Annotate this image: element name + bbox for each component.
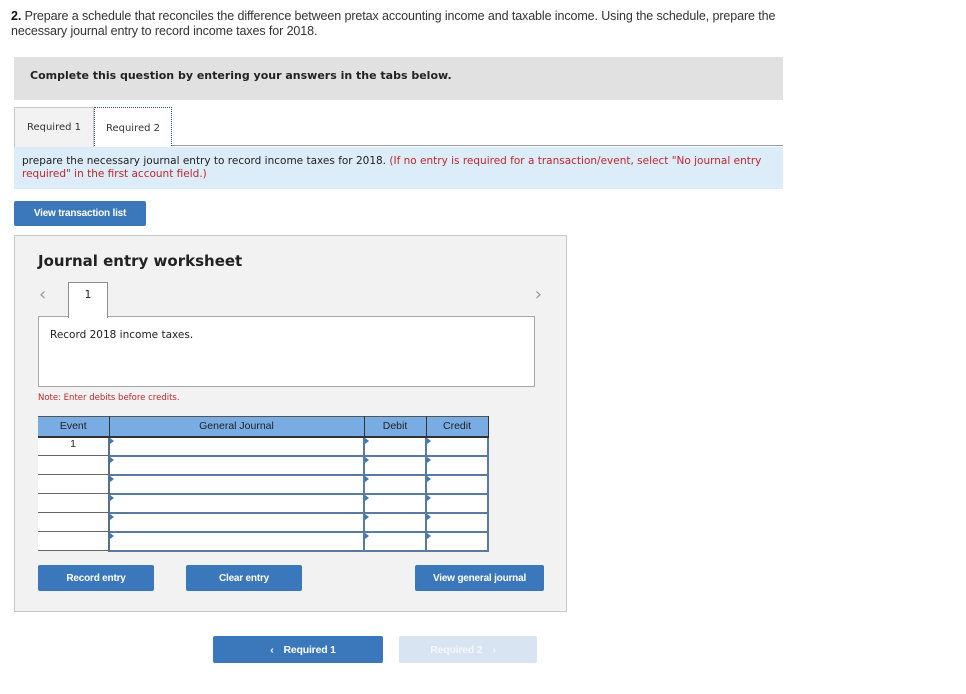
requirement-instruction: prepare the necessary journal entry to r…: [14, 147, 783, 189]
previous-required-button[interactable]: ‹ Required 1: [213, 636, 383, 663]
chevron-left-icon: ‹: [270, 643, 274, 656]
journal-table-header: Event General Journal Debit Credit: [38, 416, 489, 438]
view-transaction-list-button[interactable]: View transaction list: [14, 201, 146, 226]
event-cell: 1: [38, 436, 110, 456]
debit-input[interactable]: [363, 530, 427, 552]
debit-input[interactable]: [363, 511, 427, 533]
header-general-journal: General Journal: [109, 416, 365, 438]
debit-input[interactable]: [363, 454, 427, 476]
chevron-left-icon[interactable]: ‹: [39, 284, 46, 305]
question-text: 2. Prepare a schedule that reconciles th…: [11, 9, 781, 39]
instructions-banner: Complete this question by entering your …: [14, 57, 783, 100]
chevron-right-icon: ›: [492, 643, 496, 656]
debit-input[interactable]: [363, 473, 427, 495]
table-row: [38, 530, 489, 552]
entry-tab-1[interactable]: 1: [68, 282, 108, 318]
credit-input[interactable]: [425, 473, 489, 495]
account-select[interactable]: [108, 492, 365, 514]
journal-entry-worksheet: Journal entry worksheet ‹ 1 › Record 201…: [14, 235, 567, 612]
account-select[interactable]: [108, 473, 365, 495]
header-debit: Debit: [364, 416, 427, 438]
table-row: [38, 492, 489, 514]
account-select[interactable]: [108, 511, 365, 533]
table-row: 1: [38, 435, 489, 457]
previous-required-label: Required 1: [283, 643, 336, 656]
question-body: Prepare a schedule that reconciles the d…: [11, 9, 776, 38]
next-required-button: Required 2 ›: [399, 636, 537, 663]
event-cell: [38, 493, 110, 513]
table-row: [38, 454, 489, 476]
instruction-text: prepare the necessary journal entry to r…: [22, 155, 390, 167]
table-row: [38, 511, 489, 533]
event-cell: [38, 474, 110, 494]
view-general-journal-button[interactable]: View general journal: [415, 565, 544, 591]
header-credit: Credit: [426, 416, 489, 438]
question-number: 2.: [11, 9, 22, 23]
banner-text: Complete this question by entering your …: [30, 69, 452, 82]
record-entry-button[interactable]: Record entry: [38, 565, 154, 591]
journal-table: Event General Journal Debit Credit 1: [38, 416, 489, 552]
debit-input[interactable]: [363, 435, 427, 457]
tab-required-1[interactable]: Required 1: [14, 107, 94, 147]
entry-description-box: Record 2018 income taxes.: [38, 316, 535, 387]
header-event: Event: [38, 416, 110, 438]
credit-input[interactable]: [425, 511, 489, 533]
account-select[interactable]: [108, 530, 365, 552]
event-cell: [38, 531, 110, 551]
requirement-tabs: Required 1 Required 2: [14, 106, 783, 148]
credit-input[interactable]: [425, 492, 489, 514]
next-required-label: Required 2: [430, 643, 483, 656]
entry-description: Record 2018 income taxes.: [50, 329, 194, 341]
chevron-right-icon[interactable]: ›: [535, 284, 542, 305]
worksheet-title: Journal entry worksheet: [38, 252, 243, 270]
debit-credit-note: Note: Enter debits before credits.: [38, 393, 180, 403]
event-cell: [38, 455, 110, 475]
debit-input[interactable]: [363, 492, 427, 514]
account-select[interactable]: [108, 454, 365, 476]
account-select[interactable]: [108, 435, 365, 457]
credit-input[interactable]: [425, 530, 489, 552]
clear-entry-button[interactable]: Clear entry: [186, 565, 302, 591]
tab-required-2[interactable]: Required 2: [94, 107, 172, 148]
credit-input[interactable]: [425, 435, 489, 457]
event-cell: [38, 512, 110, 532]
table-row: [38, 473, 489, 495]
credit-input[interactable]: [425, 454, 489, 476]
